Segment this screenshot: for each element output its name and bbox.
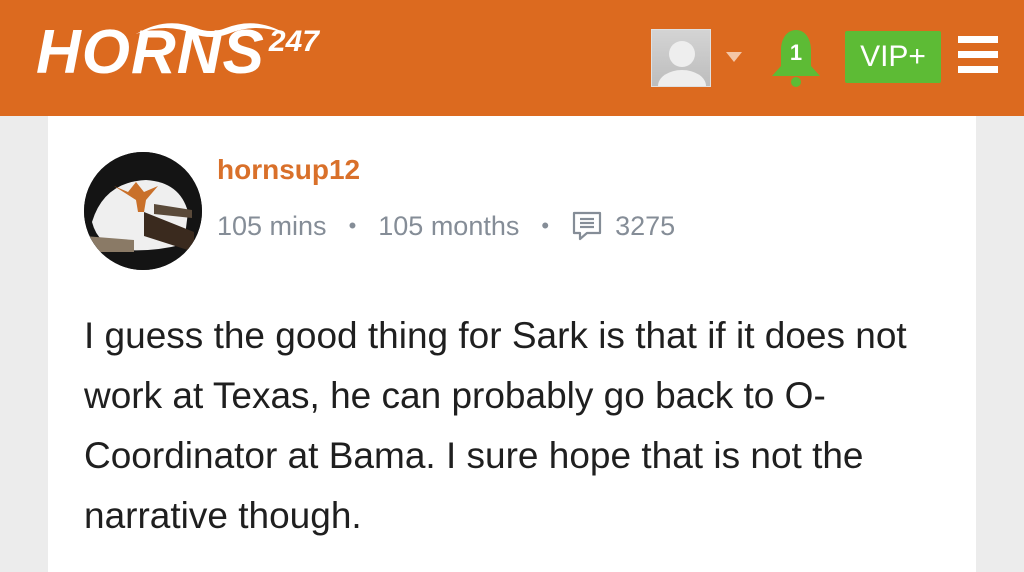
comment-icon (572, 211, 602, 241)
post-username[interactable]: hornsup12 (217, 154, 360, 186)
longhorn-logo-icon (136, 23, 286, 37)
meta-separator: • (541, 213, 550, 238)
site-header: HORNS 247 1 VIP+ (0, 0, 1024, 116)
hamburger-menu-icon[interactable] (958, 36, 998, 74)
post-time: 105 mins (217, 210, 327, 241)
default-user-icon (658, 41, 706, 86)
caret-down-icon[interactable] (726, 52, 742, 62)
member-duration: 105 months (378, 210, 520, 241)
post-meta: 105 mins • 105 months • 3275 (217, 206, 675, 246)
user-avatar[interactable] (84, 152, 202, 270)
vip-plus-button[interactable]: VIP+ (845, 31, 941, 83)
horns247-logo[interactable]: HORNS 247 (36, 14, 319, 87)
post-count: 3275 (615, 210, 676, 241)
meta-separator: • (348, 213, 357, 238)
post-body-text: I guess the good thing for Sark is that … (84, 315, 907, 536)
account-avatar[interactable] (651, 29, 711, 87)
notification-count: 1 (789, 40, 803, 65)
helmet-avatar-image (84, 152, 202, 270)
